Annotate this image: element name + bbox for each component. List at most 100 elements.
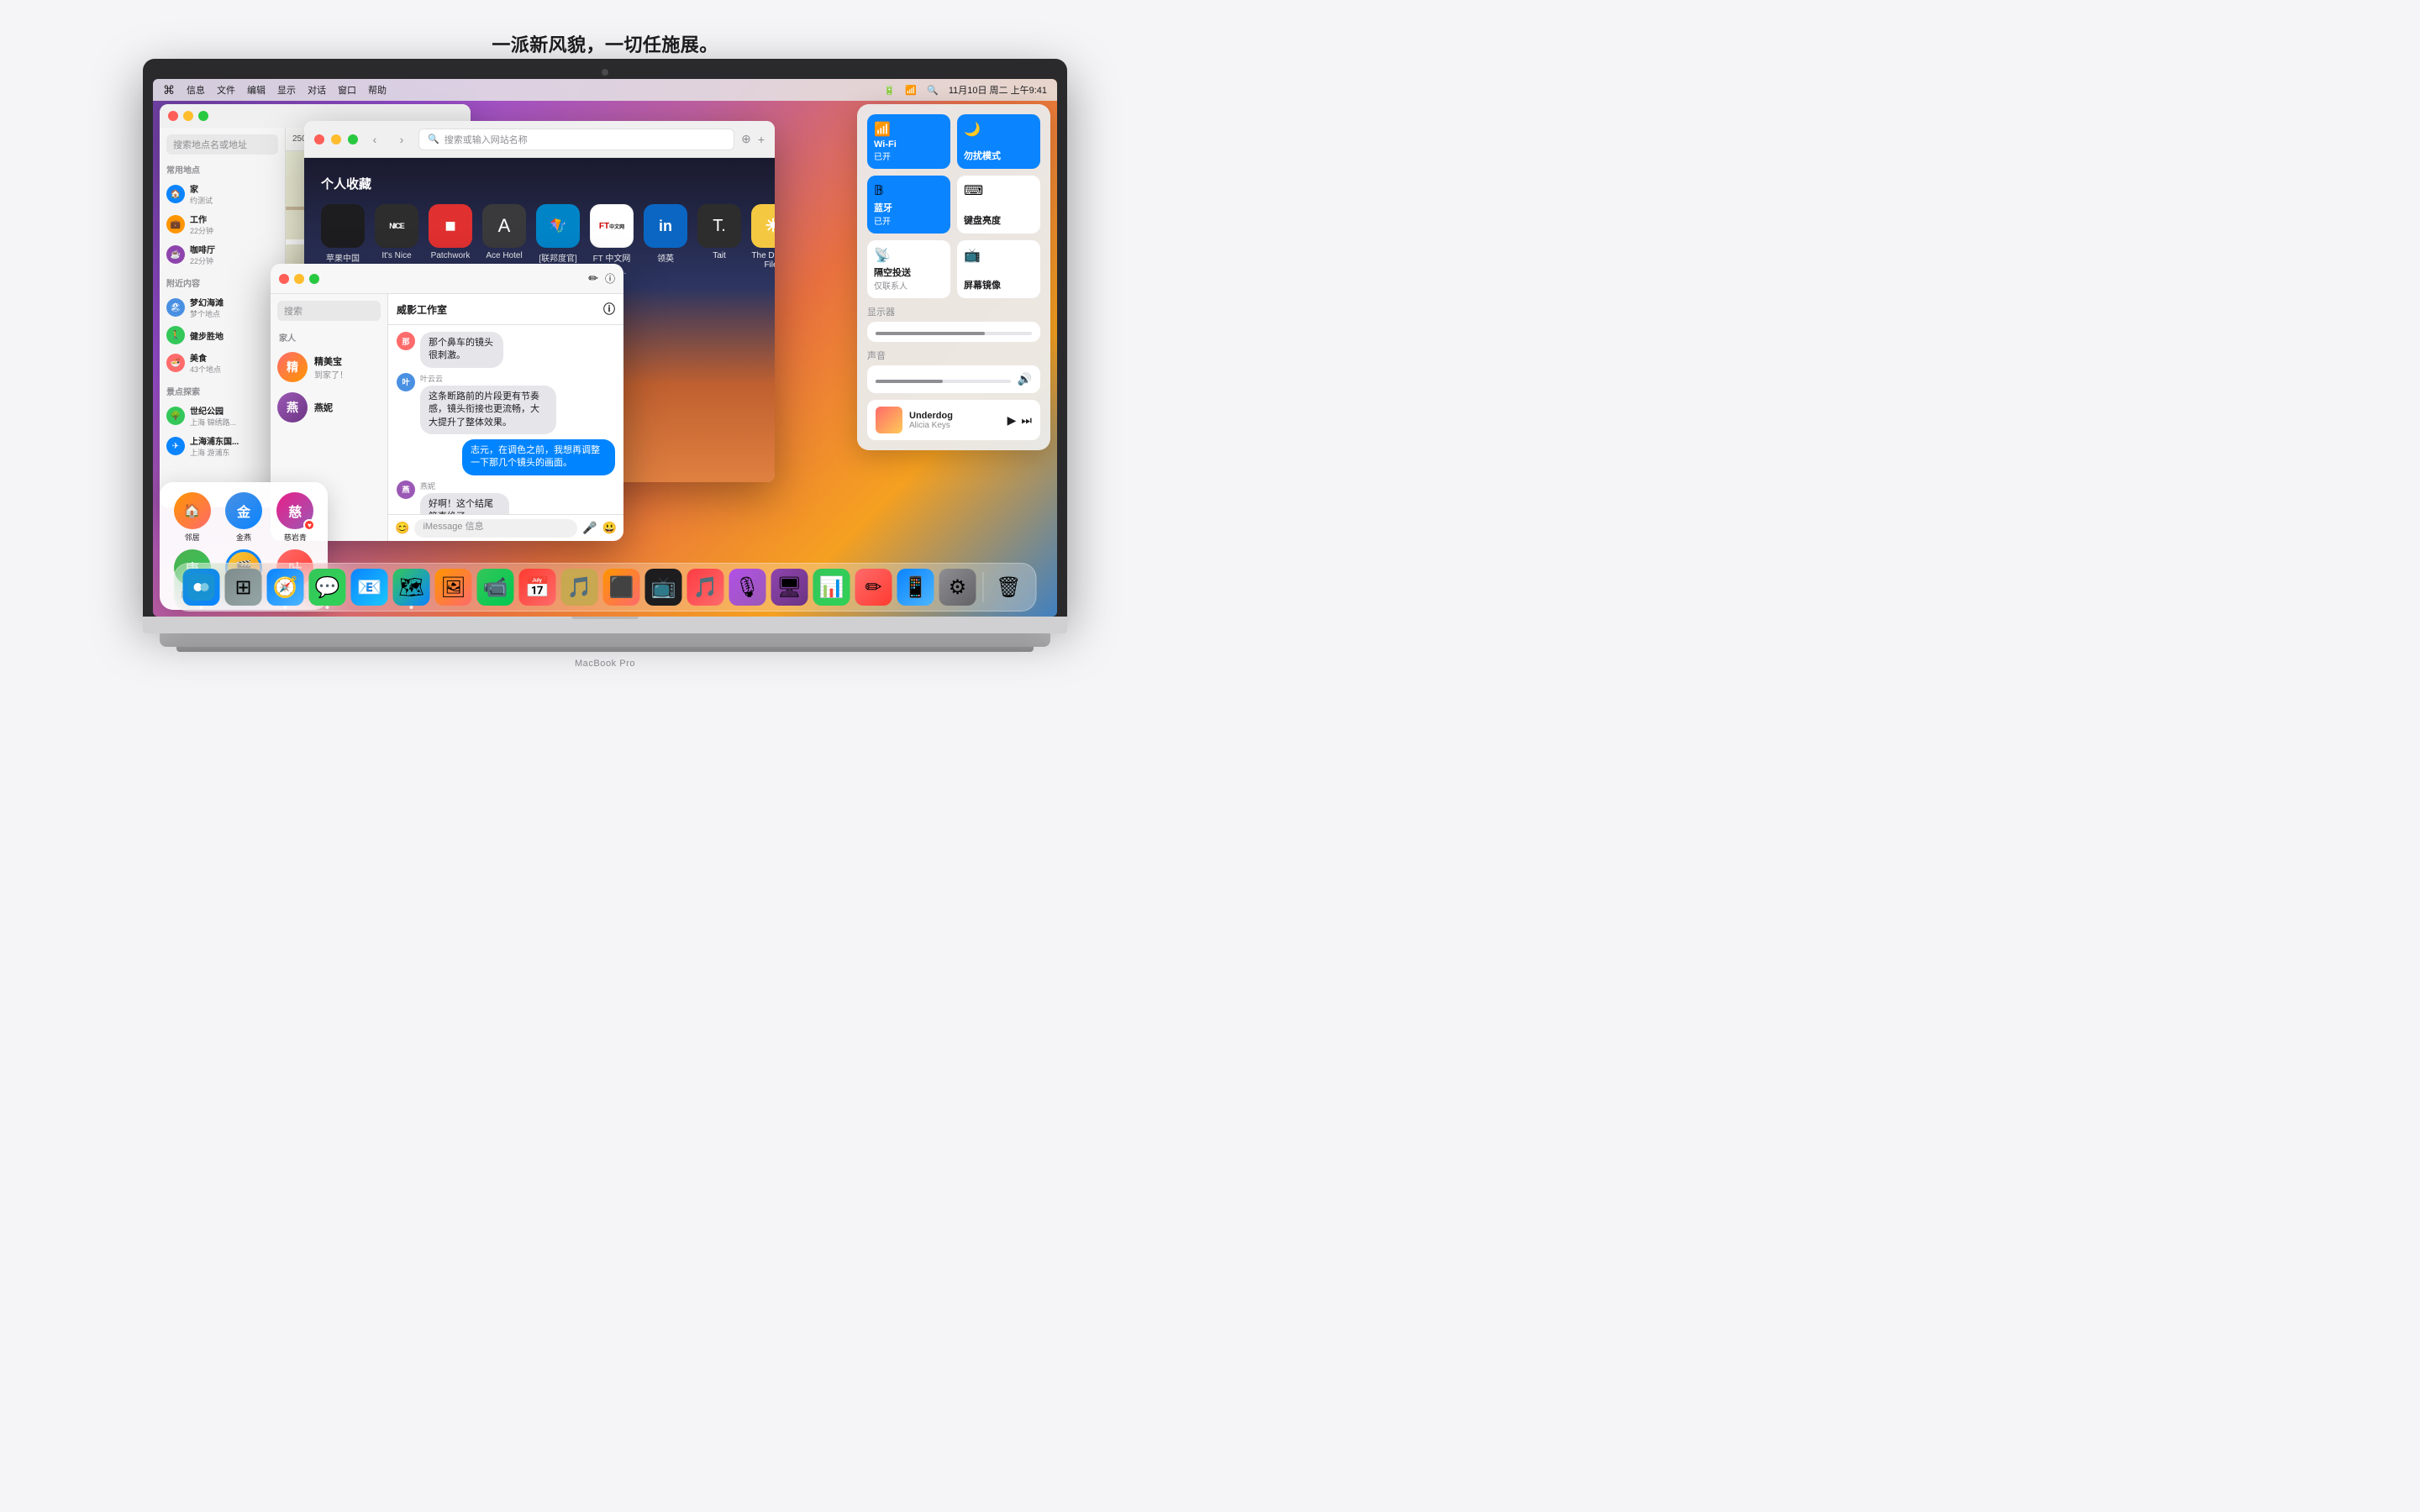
messages-contact-jingmeibao[interactable]: 精 精美宝 到家了！ xyxy=(271,347,387,387)
emoji-icon[interactable]: 😊 xyxy=(395,521,409,535)
cc-sound-slider[interactable]: 🔊 xyxy=(867,365,1040,393)
dock-facetime[interactable]: 📹 xyxy=(477,569,514,606)
menu-conversation[interactable]: 对话 xyxy=(308,83,326,97)
cc-display-slider[interactable] xyxy=(867,322,1040,342)
dock-music[interactable]: 🎵 xyxy=(687,569,724,606)
search-icon[interactable]: 🔍 xyxy=(927,85,939,96)
maps-search-input[interactable]: 搜索地点名或地址 xyxy=(166,134,278,155)
display-track xyxy=(876,332,1032,335)
safari-maximize[interactable] xyxy=(348,134,358,144)
messages-contact-yanni[interactable]: 燕 燕妮 xyxy=(271,387,387,428)
dock-garageband[interactable]: 🎵 xyxy=(561,569,598,606)
emoji-picker-icon[interactable]: 😃 xyxy=(602,521,617,535)
dock-messages[interactable]: 💬 xyxy=(309,569,346,606)
safari-add-tab[interactable]: + xyxy=(758,133,765,146)
home-icon: 🏠 xyxy=(166,185,185,203)
messages-maximize[interactable] xyxy=(309,274,319,284)
menu-edit[interactable]: 编辑 xyxy=(247,83,266,97)
menu-file[interactable]: 文件 xyxy=(217,83,235,97)
fav-designfiles-label: The Design Files xyxy=(751,251,775,270)
dock-appstore[interactable]: 📱 xyxy=(897,569,934,606)
cc-airdrop-tile[interactable]: 📡 隔空投送 仅联系人 xyxy=(867,240,950,298)
avatar-item-jinyan[interactable]: 金 金燕 xyxy=(221,492,266,543)
info-icon[interactable]: ⓘ xyxy=(605,271,615,286)
menu-help[interactable]: 帮助 xyxy=(368,83,387,97)
safari-back[interactable]: ‹ xyxy=(365,129,385,150)
datetime: 11月10日 周二 上午9:41 xyxy=(949,83,1047,97)
avatar-item-neighbor[interactable]: 🏠 邻居 xyxy=(170,492,214,543)
maps-item-beach[interactable]: 🏖 梦幻海滩 梦个地点 xyxy=(166,292,278,323)
avatar-item-ciyaqing[interactable]: 慈 ♥ 慈岩青 xyxy=(273,492,318,543)
cafe-icon: ☕ xyxy=(166,245,185,264)
dock-airplay[interactable]: 🖥 xyxy=(771,569,808,606)
safari-share[interactable]: ⊕ xyxy=(741,132,751,146)
dock-numbers[interactable]: 📊 xyxy=(813,569,850,606)
dock-finder[interactable] xyxy=(183,569,220,606)
msg-avatar-4: 燕 xyxy=(397,480,415,499)
fav-tait-icon: T. xyxy=(697,204,741,248)
close-button[interactable] xyxy=(168,111,178,121)
chat-info-icon[interactable]: ⓘ xyxy=(603,301,615,318)
fav-designfiles[interactable]: ☀ The Design Files xyxy=(751,204,775,276)
messages-search[interactable]: 搜索 xyxy=(277,301,381,321)
dock-calendar[interactable]: 📅 xyxy=(519,569,556,606)
dock-podcasts[interactable]: 🎙 xyxy=(729,569,766,606)
messages-close[interactable] xyxy=(279,274,289,284)
play-button[interactable]: ▶ xyxy=(1007,413,1017,428)
maps-item-cafe[interactable]: ☕ 咖啡厅 22分钟 xyxy=(166,239,278,270)
cc-bluetooth-tile[interactable]: 𝔹 蓝牙 已开 xyxy=(867,176,950,234)
fav-tait[interactable]: T. Tait xyxy=(697,204,741,276)
safari-address-bar[interactable]: 🔍 搜索或输入网站名称 xyxy=(418,129,734,150)
cc-wifi-label: Wi-Fi xyxy=(874,139,944,150)
dock-sysprefs[interactable]: ⚙ xyxy=(939,569,976,606)
fav-acehotel-icon: A xyxy=(482,204,526,248)
maps-item-pudong[interactable]: ✈ 上海浦东国... 上海 游浦东 xyxy=(166,431,278,461)
fav-linkedin[interactable]: in 领英 xyxy=(644,204,687,276)
cc-top-tiles: 📶 Wi-Fi 已开 🌙 勿扰模式 𝔹 蓝牙 已开 xyxy=(867,114,1040,298)
menu-window[interactable]: 窗口 xyxy=(338,83,356,97)
maps-item-park[interactable]: 🌳 世纪公园 上海 锦绣路... xyxy=(166,401,278,431)
safari-close[interactable] xyxy=(314,134,324,144)
fav-apple-icon xyxy=(321,204,365,248)
dock-notability[interactable]: ✏ xyxy=(855,569,892,606)
cc-mirror-tile[interactable]: 📺 屏幕镜像 xyxy=(957,240,1040,298)
dock-launchpad[interactable]: ⊞ xyxy=(225,569,262,606)
dock-trash[interactable]: 🗑 xyxy=(991,569,1028,606)
menu-info[interactable]: 信息 xyxy=(187,83,205,97)
dock-maps[interactable]: 🗺 xyxy=(393,569,430,606)
dock-appletv[interactable]: 📺 xyxy=(645,569,682,606)
compose-icon[interactable]: ✏ xyxy=(588,271,598,286)
dock-reminders[interactable]: ⬛ xyxy=(603,569,640,606)
maps-item-walk[interactable]: 🚶 健步胜地 xyxy=(166,323,278,348)
cc-dnd-tile[interactable]: 🌙 勿扰模式 xyxy=(957,114,1040,169)
messages-minimize[interactable] xyxy=(294,274,304,284)
safari-minimize[interactable] xyxy=(331,134,341,144)
maps-item-home[interactable]: 🏠 家 约测试 xyxy=(166,179,278,209)
dnd-cc-icon: 🌙 xyxy=(964,121,1034,138)
chat-input-field[interactable]: iMessage 信息 xyxy=(414,519,577,538)
maximize-button[interactable] xyxy=(198,111,208,121)
cc-airdrop-sub: 仅联系人 xyxy=(874,279,944,291)
apple-menu[interactable]: ⌘ xyxy=(163,83,175,97)
safari-forward[interactable]: › xyxy=(392,129,412,150)
cc-bt-sub: 已开 xyxy=(874,214,944,227)
cc-wifi-tile[interactable]: 📶 Wi-Fi 已开 xyxy=(867,114,950,169)
music-controls: ▶ ⏭ xyxy=(1007,413,1032,428)
dock-safari[interactable]: 🧭 xyxy=(267,569,304,606)
dock-mail[interactable]: 📧 xyxy=(351,569,388,606)
mirror-cc-icon: 📺 xyxy=(964,247,1034,264)
cc-keyboard-tile[interactable]: ⌨ 键盘亮度 xyxy=(957,176,1040,234)
chat-msg-2: 叶 叶云云 这条断路前的片段更有节奏感，镜头衔接也更流畅，大大提升了整体效果。 xyxy=(397,373,615,434)
macbook-base xyxy=(160,633,1050,647)
dock-photos[interactable]: 🖼 xyxy=(435,569,472,606)
minimize-button[interactable] xyxy=(183,111,193,121)
skip-button[interactable]: ⏭ xyxy=(1021,413,1032,428)
cc-airdrop-label: 隔空投送 xyxy=(874,265,944,279)
audio-icon[interactable]: 🎤 xyxy=(582,521,597,535)
maps-item-work[interactable]: 💼 工作 22分钟 xyxy=(166,209,278,239)
menu-view[interactable]: 显示 xyxy=(277,83,296,97)
fav-ft-icon: FT中文网 xyxy=(590,204,634,248)
macbook-chin xyxy=(143,617,1067,633)
maps-item-food[interactable]: 🍜 美食 43个地点 xyxy=(166,348,278,378)
chat-bubble-1: 那个鼻车的镜头很刺激。 xyxy=(420,332,503,368)
